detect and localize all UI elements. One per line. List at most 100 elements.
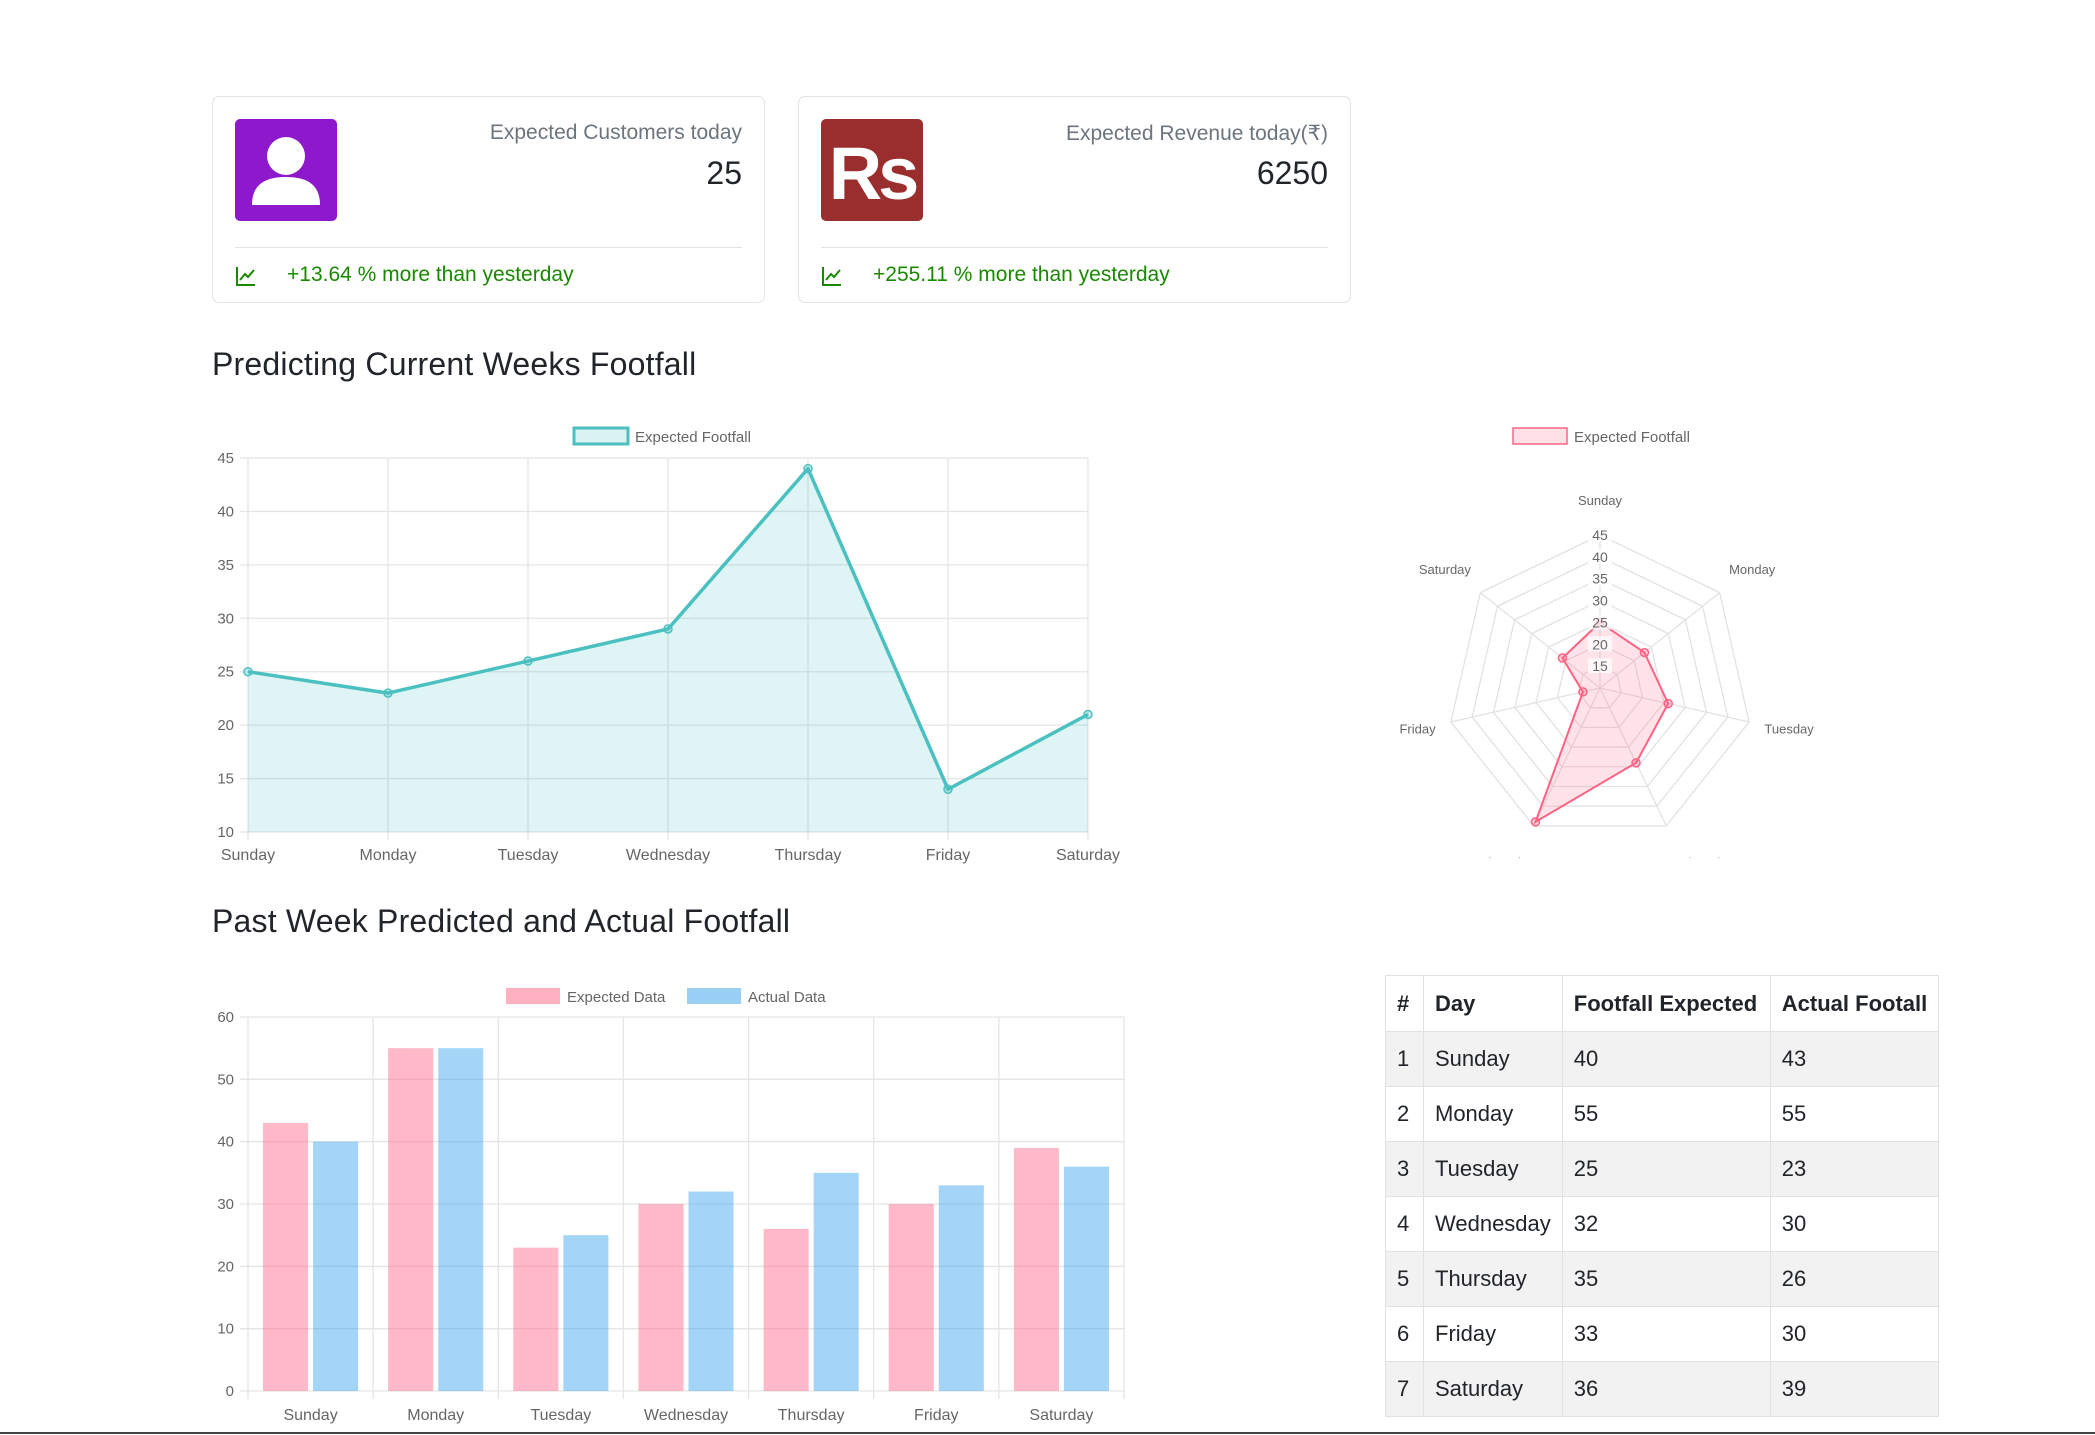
expected-bar xyxy=(1013,1147,1059,1391)
row-day: Saturday xyxy=(1423,1361,1563,1417)
r-tick-label: 25 xyxy=(1592,614,1608,630)
y-tick-label: 35 xyxy=(217,557,234,574)
row-index: 6 xyxy=(1385,1306,1424,1362)
row-expected: 55 xyxy=(1561,1086,1771,1142)
table-row: 7 Saturday 36 39 xyxy=(1385,1361,1940,1417)
y-tick-label: 25 xyxy=(217,664,234,681)
legend-label: Expected Footfall xyxy=(1574,429,1690,446)
table-row: 1 Sunday 40 43 xyxy=(1385,1031,1940,1087)
expected-footfall-line-chart: Expected Footfall 10 15 20 25 30 35 40 45 Sunday M… xyxy=(217,426,1120,864)
data-point xyxy=(1530,817,1541,827)
x-tick-label: Saturday xyxy=(1029,1407,1093,1424)
actual-bar xyxy=(1063,1166,1109,1391)
y-tick-label: 40 xyxy=(217,1134,234,1151)
row-expected: 36 xyxy=(1561,1361,1771,1417)
x-tick-label: Friday xyxy=(926,847,970,864)
row-index: 2 xyxy=(1385,1086,1424,1142)
row-expected: 32 xyxy=(1561,1196,1771,1252)
y-tick-label: 60 xyxy=(217,1009,234,1026)
card-trend: +13.64 % more than yesterday xyxy=(287,263,574,286)
y-tick-label: 30 xyxy=(217,610,234,627)
legend-swatch xyxy=(506,988,560,1004)
data-point xyxy=(243,666,253,677)
legend-swatch xyxy=(572,426,630,446)
row-day: Sunday xyxy=(1423,1031,1563,1087)
current-week-title: Predicting Current Weeks Footfall xyxy=(212,346,697,382)
x-tick-label: Thursday xyxy=(778,1407,845,1424)
table-header-row: # Day Footfall Expected Actual Footall xyxy=(1385,975,1940,1032)
x-tick-label: Tuesday xyxy=(530,1407,591,1424)
rupee-logo: Rs xyxy=(821,119,923,221)
row-day: Friday xyxy=(1423,1306,1563,1362)
line-chart-icon xyxy=(822,267,841,286)
actual-bar xyxy=(688,1191,734,1391)
y-tick-label: 0 xyxy=(226,1383,234,1400)
legend-swatch xyxy=(1512,427,1568,445)
card-divider xyxy=(235,247,742,248)
table-row: 6 Friday 33 30 xyxy=(1385,1306,1940,1362)
actual-bar xyxy=(313,1141,359,1391)
data-point xyxy=(1639,647,1650,658)
data-point xyxy=(943,784,953,795)
actual-bar xyxy=(563,1235,609,1391)
header-expected: Footfall Expected xyxy=(1561,975,1771,1032)
legend-label: Expected Data xyxy=(567,989,666,1006)
r-tick-label: 35 xyxy=(1592,571,1608,587)
r-tick-label: 30 xyxy=(1592,593,1608,609)
card-label: Expected Customers today xyxy=(489,121,742,144)
expected-bar xyxy=(513,1247,559,1391)
y-tick-label: 40 xyxy=(217,503,234,520)
y-tick-label: 30 xyxy=(217,1196,234,1213)
row-actual: 43 xyxy=(1769,1031,1940,1087)
footfall-table: # Day Footfall Expected Actual Footall 1… xyxy=(1385,975,1940,1417)
card-value: 6250 xyxy=(1256,155,1328,191)
data-point xyxy=(1083,709,1093,720)
row-expected: 33 xyxy=(1561,1306,1771,1362)
row-actual: 55 xyxy=(1769,1086,1940,1142)
actual-bar xyxy=(438,1048,484,1391)
x-tick-label: Tuesday xyxy=(498,847,559,864)
x-tick-label: Wednesday xyxy=(626,847,710,864)
data-point xyxy=(1631,758,1641,768)
row-actual: 30 xyxy=(1769,1306,1940,1362)
rupee-logo-text: Rs xyxy=(829,132,917,215)
row-expected: 40 xyxy=(1561,1031,1771,1087)
customers-card: Expected Customers today 25 +13.64 % mor… xyxy=(212,96,765,303)
legend-swatch xyxy=(687,988,741,1004)
row-actual: 26 xyxy=(1769,1251,1940,1307)
radar-axis-label: Friday xyxy=(1399,722,1436,737)
x-tick-label: Sunday xyxy=(221,847,275,864)
header-index: # xyxy=(1385,975,1424,1032)
row-expected: 25 xyxy=(1561,1141,1771,1197)
revenue-card: Rs Expected Revenue today(₹) 6250 +255.1… xyxy=(798,96,1351,303)
radar-axis-label: Tuesday xyxy=(1764,722,1814,737)
y-tick-label: 20 xyxy=(217,1258,234,1275)
y-tick-label: 15 xyxy=(217,771,234,788)
actual-bar xyxy=(813,1172,859,1391)
expected-bar xyxy=(763,1228,809,1391)
expected-bar xyxy=(388,1048,434,1391)
data-point xyxy=(523,656,533,666)
expected-bar xyxy=(888,1204,934,1391)
expected-footfall-radar-chart: Expected Footfall Sunday Monday Tuesday Wedn… xyxy=(1399,427,1814,858)
header-day: Day xyxy=(1423,975,1563,1032)
user-icon xyxy=(235,119,337,221)
row-day: Tuesday xyxy=(1423,1141,1563,1197)
y-tick-label: 10 xyxy=(217,824,234,841)
row-actual: 30 xyxy=(1769,1196,1940,1252)
x-tick-label: Sunday xyxy=(283,1407,337,1424)
row-index: 4 xyxy=(1385,1196,1424,1252)
card-divider xyxy=(821,247,1328,248)
data-point xyxy=(1557,653,1568,663)
y-tick-label: 10 xyxy=(217,1321,234,1338)
table-row: 3 Tuesday 25 23 xyxy=(1385,1141,1940,1197)
table-row: 4 Wednesday 32 30 xyxy=(1385,1196,1940,1252)
card-trend: +255.11 % more than yesterday xyxy=(873,263,1170,286)
r-tick-label: 40 xyxy=(1592,549,1608,565)
row-day: Wednesday xyxy=(1423,1196,1563,1252)
r-tick-label: 15 xyxy=(1592,658,1608,674)
row-index: 5 xyxy=(1385,1251,1424,1307)
data-point xyxy=(803,463,813,474)
legend-label: Expected Footfall xyxy=(635,429,751,446)
line-chart-icon xyxy=(236,267,255,286)
